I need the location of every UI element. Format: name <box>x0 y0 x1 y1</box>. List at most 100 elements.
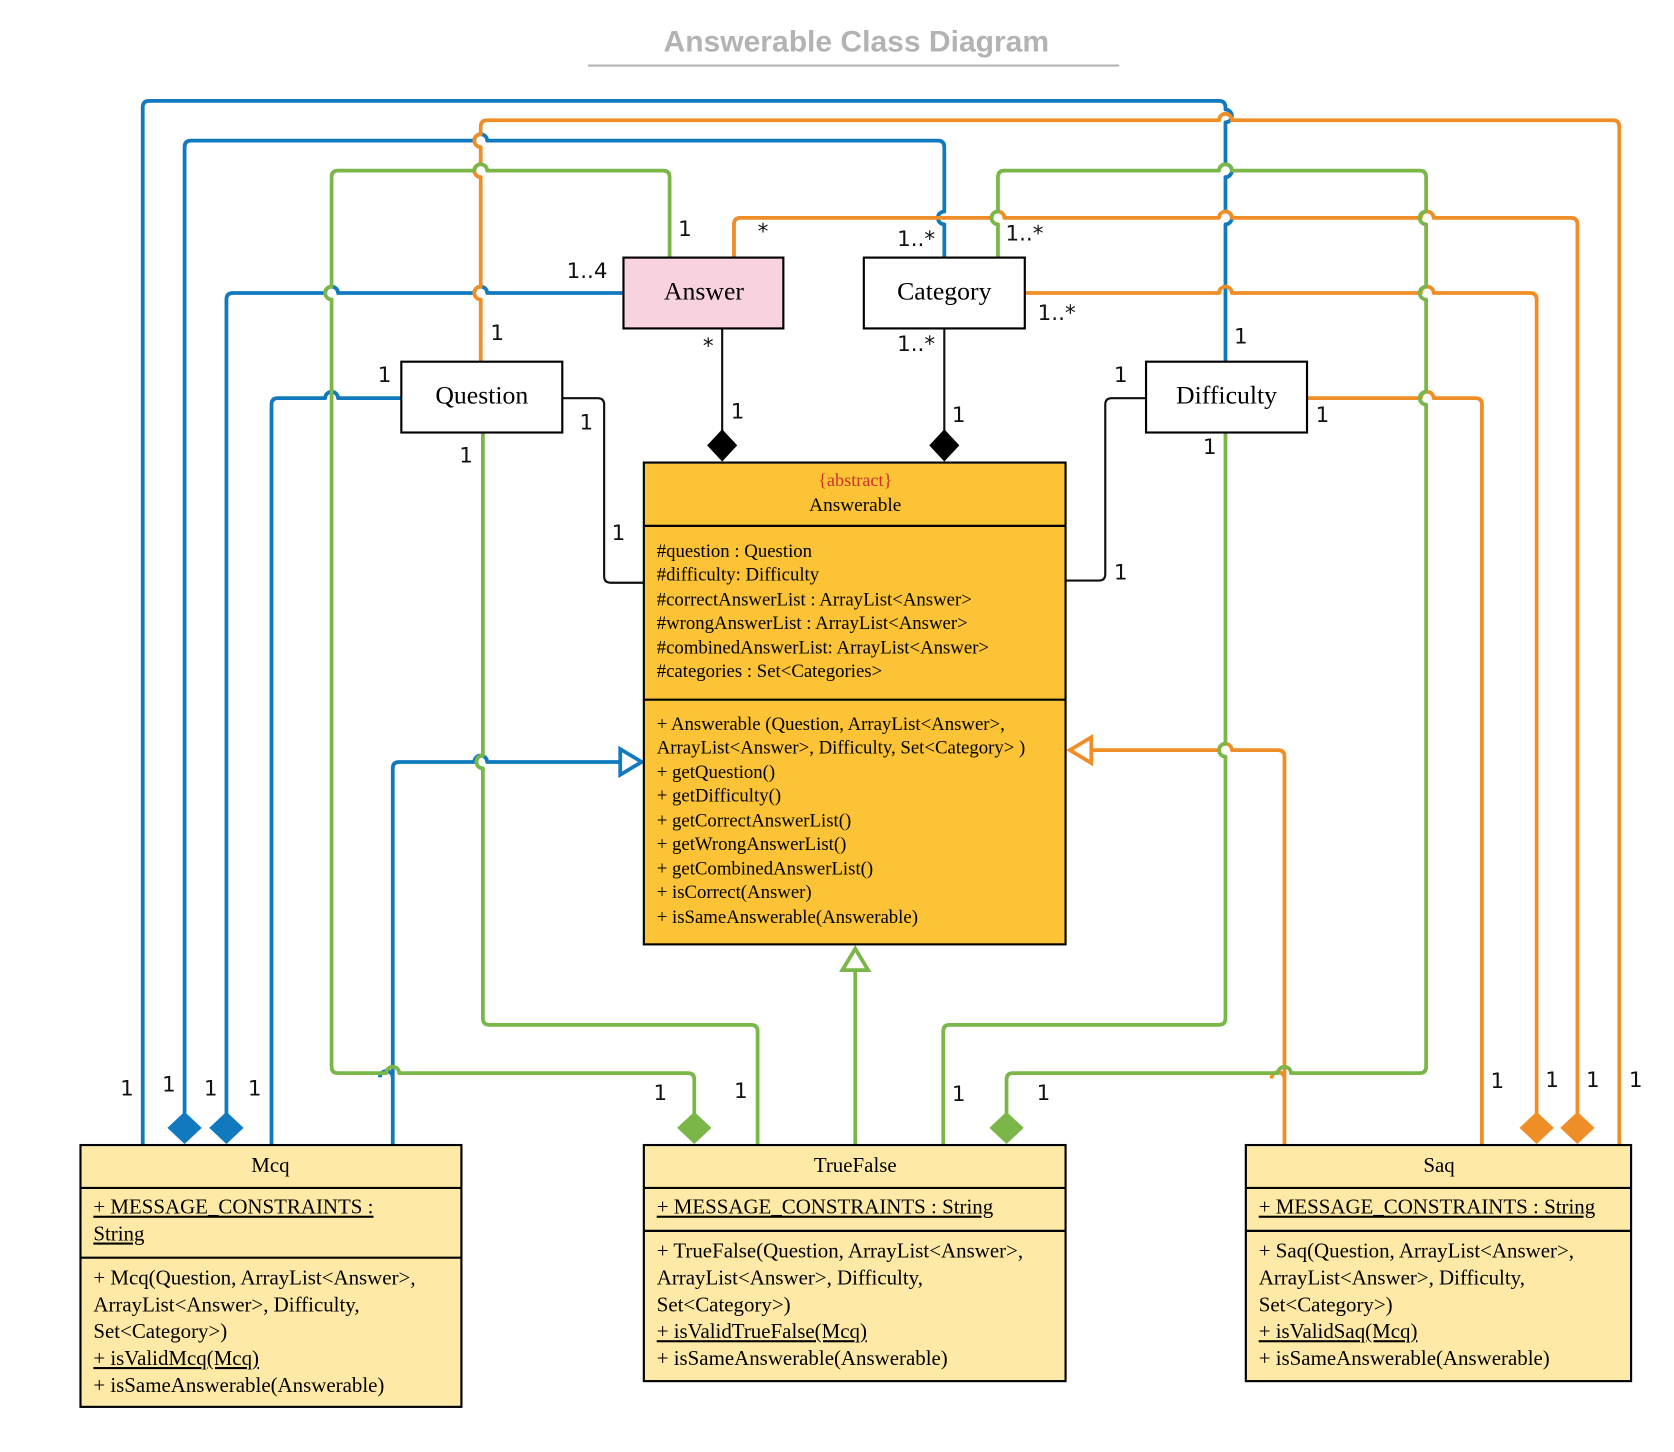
multiplicity: 1 <box>612 521 626 546</box>
multiplicity: 1 <box>952 1082 966 1107</box>
question-answerable-association <box>562 397 644 584</box>
multiplicity: 1 <box>734 1079 748 1104</box>
multiplicity: 1 <box>1491 1069 1505 1094</box>
class-category-name: Category <box>897 276 992 305</box>
method: Set<Category>) <box>93 1319 227 1343</box>
multiplicity: * <box>703 334 714 359</box>
saq-category-diamond <box>1519 1111 1554 1144</box>
multiplicity: 1 <box>654 1081 668 1106</box>
mcq-answer-diamond <box>209 1111 244 1144</box>
method: + getCorrectAnswerList() <box>657 810 852 831</box>
multiplicity: 1..* <box>1038 301 1076 326</box>
difficulty-answerable-association <box>1065 397 1147 582</box>
category-composition-diamond <box>929 429 960 462</box>
saq-name: Saq <box>1423 1153 1455 1177</box>
multiplicity: 1 <box>1203 435 1217 460</box>
mcq-generalization <box>377 753 621 1146</box>
multiplicity: 1 <box>378 363 392 388</box>
multiplicity: 1 <box>204 1077 218 1102</box>
class-mcq[interactable]: Mcq + MESSAGE_CONSTRAINTS : String + Mcq… <box>79 1143 463 1408</box>
class-question[interactable]: Question <box>400 360 564 434</box>
method: + isValidSaq(Mcq) <box>1259 1319 1418 1343</box>
method: ArrayList<Answer>, Difficulty, Set<Categ… <box>657 737 1026 758</box>
multiplicity: 1 <box>1037 1081 1051 1106</box>
multiplicity: 1..* <box>1005 221 1043 246</box>
method: ArrayList<Answer>, Difficulty, <box>93 1292 359 1316</box>
method: + getQuestion() <box>657 762 775 783</box>
saq-difficulty-association <box>1307 389 1484 1146</box>
multiplicity: 1 <box>1234 324 1248 349</box>
method: + isValidTrueFalse(Mcq) <box>657 1319 867 1343</box>
multiplicity: 1..* <box>897 227 935 252</box>
class-answer[interactable]: Answer <box>622 256 785 330</box>
class-saq[interactable]: Saq + MESSAGE_CONSTRAINTS : String + Saq… <box>1244 1143 1633 1383</box>
class-question-name: Question <box>435 381 528 410</box>
class-category[interactable]: Category <box>862 256 1026 330</box>
multiplicity: 1 <box>459 444 473 469</box>
multiplicity: 1 <box>579 410 593 435</box>
multiplicity: 1 <box>248 1077 262 1102</box>
multiplicity: 1..* <box>897 332 935 357</box>
multiplicity: * <box>758 219 769 244</box>
truefalse-category-diamond <box>989 1111 1024 1144</box>
multiplicity: 1 <box>120 1077 134 1102</box>
multiplicity: 1 <box>952 403 966 428</box>
class-difficulty[interactable]: Difficulty <box>1144 360 1309 434</box>
mcq-question-association <box>269 389 402 1146</box>
multiplicity: 1 <box>1114 363 1128 388</box>
multiplicity: 1 <box>1545 1068 1559 1093</box>
method: Set<Category>) <box>1259 1292 1393 1316</box>
attribute: #combinedAnswerList: ArrayList<Answer> <box>657 638 989 659</box>
diagram-title: Answerable Class Diagram <box>664 26 1050 59</box>
method: + Saq(Question, ArrayList<Answer>, <box>1259 1239 1574 1263</box>
multiplicity: 1 <box>1586 1068 1600 1093</box>
multiplicity: 1 <box>1316 403 1330 428</box>
method: + isSameAnswerable(Answerable) <box>1259 1346 1550 1370</box>
class-answer-name: Answer <box>664 276 745 305</box>
method: + isSameAnswerable(Answerable) <box>657 1346 948 1370</box>
attribute: + MESSAGE_CONSTRAINTS : String <box>1259 1195 1596 1219</box>
attribute: #correctAnswerList : ArrayList<Answer> <box>657 589 972 610</box>
attribute: #categories : Set<Categories> <box>657 661 882 682</box>
mcq-generalization-arrowhead <box>618 745 646 779</box>
method: + Mcq(Question, ArrayList<Answer>, <box>93 1266 415 1290</box>
answer-composition-diamond <box>707 429 738 462</box>
attribute: #question : Question <box>657 541 813 562</box>
truefalse-answer-diamond <box>677 1111 712 1144</box>
answerable-name: Answerable <box>809 495 901 516</box>
method: ArrayList<Answer>, Difficulty, <box>657 1266 923 1290</box>
mcq-category-diamond <box>167 1111 202 1144</box>
multiplicity: 1 <box>1114 561 1128 586</box>
class-truefalse[interactable]: TrueFalse + MESSAGE_CONSTRAINTS : String… <box>642 1143 1067 1383</box>
saq-generalization-arrowhead <box>1066 733 1094 767</box>
multiplicity: 1 <box>1629 1068 1643 1093</box>
method: ArrayList<Answer>, Difficulty, <box>1259 1266 1525 1290</box>
method: + Answerable (Question, ArrayList<Answer… <box>657 714 1005 735</box>
attribute: #difficulty: Difficulty <box>657 565 820 586</box>
answerable-class-diagram: Answerable Class Diagram Answer Category… <box>79 26 1643 1408</box>
class-answerable[interactable]: {abstract} Answerable #question : Questi… <box>642 461 1067 946</box>
multiplicity: 1 <box>731 400 745 425</box>
attribute: String <box>93 1222 145 1246</box>
method: + isValidMcq(Mcq) <box>93 1346 259 1370</box>
mcq-name: Mcq <box>251 1153 290 1177</box>
multiplicity: 1 <box>490 321 504 346</box>
attribute: #wrongAnswerList : ArrayList<Answer> <box>657 613 968 634</box>
method: + getCombinedAnswerList() <box>657 859 873 880</box>
attribute: + MESSAGE_CONSTRAINTS : <box>93 1195 373 1219</box>
method: Set<Category>) <box>657 1292 791 1316</box>
answerable-stereotype: {abstract} <box>818 470 892 490</box>
truefalse-generalization-arrowhead <box>839 945 872 973</box>
method: + getWrongAnswerList() <box>657 834 847 855</box>
method: + isSameAnswerable(Answerable) <box>657 907 918 928</box>
method: + getDifficulty() <box>657 786 781 807</box>
multiplicity: 1 <box>162 1072 176 1097</box>
method: + isSameAnswerable(Answerable) <box>93 1373 384 1397</box>
multiplicity: 1 <box>678 217 692 242</box>
method: + TrueFalse(Question, ArrayList<Answer>, <box>657 1239 1023 1263</box>
saq-answer-diamond <box>1560 1111 1595 1144</box>
multiplicity: 1..4 <box>567 259 608 284</box>
saq-generalization <box>1091 741 1287 1146</box>
attribute: + MESSAGE_CONSTRAINTS : String <box>657 1195 994 1219</box>
truefalse-name: TrueFalse <box>814 1153 897 1177</box>
